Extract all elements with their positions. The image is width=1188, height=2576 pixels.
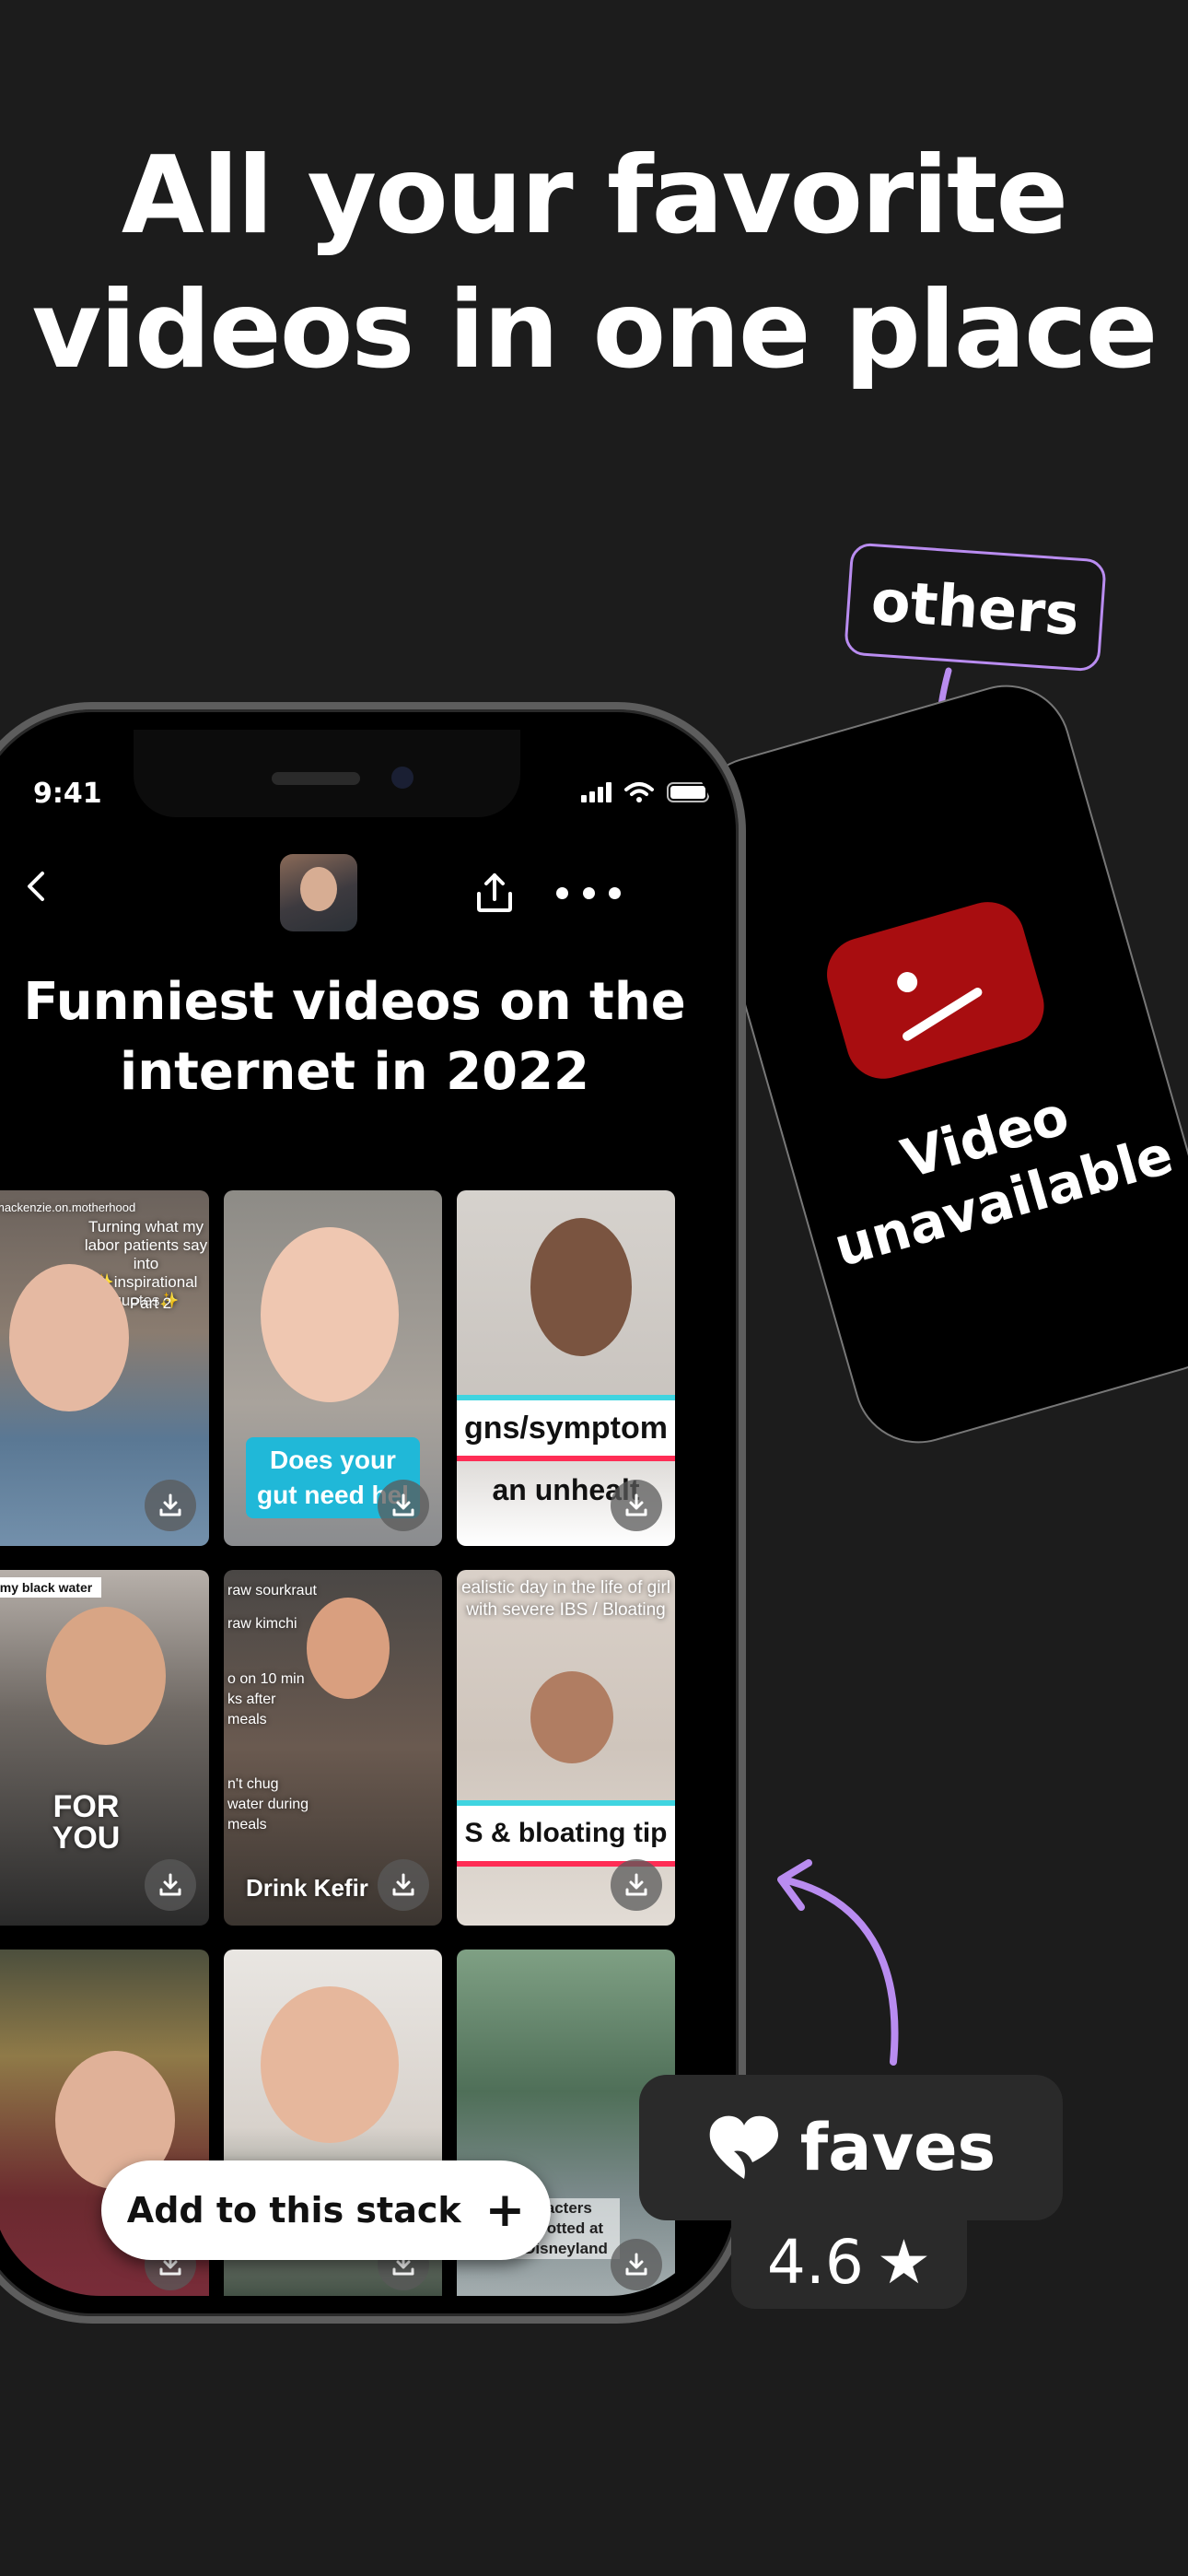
stack-title-line-1: Funniest videos on the: [23, 972, 686, 1032]
share-button[interactable]: [470, 868, 519, 918]
stack-title-line-2: internet in 2022: [120, 1042, 589, 1102]
download-icon: [159, 1873, 181, 1896]
add-to-stack-button[interactable]: Add to this stack +: [101, 2160, 551, 2260]
curved-arrow-icon: [777, 1859, 899, 2066]
phone-frame: 9:41 Funniest videos on the internet in …: [0, 702, 746, 2324]
download-button[interactable]: [145, 1480, 196, 1531]
tile-caption: my black water: [0, 1577, 101, 1598]
tile-caption: n't chug water during meals: [227, 1776, 309, 1832]
download-button[interactable]: [611, 1859, 662, 1911]
video-tile[interactable]: raw sourkraut raw kimchi o on 10 min ks …: [224, 1570, 442, 1926]
download-icon: [392, 1873, 414, 1896]
video-tile[interactable]: my black water FOR YOU: [0, 1570, 209, 1926]
phone-screen: 9:41 Funniest videos on the internet in …: [0, 730, 718, 2296]
eye: [894, 969, 920, 995]
download-button[interactable]: [378, 1480, 429, 1531]
mouth: [901, 986, 984, 1043]
camera: [391, 767, 413, 789]
download-icon: [625, 1873, 647, 1896]
download-icon: [625, 2253, 647, 2276]
rating-value: 4.6: [766, 2226, 864, 2298]
status-time: 9:41: [33, 778, 102, 810]
signal-icon: [581, 782, 611, 802]
more-options-button[interactable]: [556, 868, 621, 918]
unavailable-phone: Video unavailable: [679, 670, 1188, 1458]
face: [9, 1264, 129, 1411]
tile-caption: o on 10 min ks after meals: [227, 1671, 305, 1727]
stack-title: Funniest videos on the internet in 2022: [0, 967, 718, 1107]
face: [46, 1607, 166, 1745]
download-button[interactable]: [378, 1859, 429, 1911]
others-tag: others: [844, 542, 1107, 673]
video-tile[interactable]: gns/symptom an unhealt: [457, 1190, 675, 1546]
headline: All your favorite videos in one place: [0, 129, 1188, 398]
download-icon: [159, 1493, 181, 1516]
download-button[interactable]: [145, 1859, 196, 1911]
face: [307, 1598, 390, 1699]
tile-caption: S & bloating tip: [457, 1800, 675, 1867]
face: [261, 1227, 399, 1402]
download-icon: [392, 1493, 414, 1516]
dot: [556, 886, 568, 899]
share-icon: [477, 873, 512, 912]
speaker: [272, 772, 360, 785]
star-icon: ★: [876, 2226, 932, 2298]
faves-brand: faves: [799, 2110, 996, 2185]
tile-caption: Drink Kefir: [246, 1874, 368, 1902]
chevron-left-icon: [28, 872, 44, 901]
video-tile[interactable]: ealistic day in the life of girl with se…: [457, 1570, 675, 1926]
dot: [609, 886, 621, 899]
battery-icon: [667, 782, 713, 802]
tile-caption: ealistic day in the life of girl with se…: [460, 1578, 671, 1620]
avatar[interactable]: [280, 854, 357, 931]
status-icons: [581, 781, 713, 803]
sad-video-icon: [818, 893, 1054, 1088]
video-grid: mackenzie.on.motherhood Turning what my …: [0, 1190, 700, 2296]
video-tile[interactable]: Does your gut need hel: [224, 1190, 442, 1546]
back-button[interactable]: [22, 866, 59, 912]
download-button[interactable]: [611, 2239, 662, 2290]
tile-caption: gns/symptom: [457, 1395, 675, 1461]
faves-badge: faves: [639, 2075, 1063, 2220]
add-to-stack-label: Add to this stack: [126, 2190, 461, 2231]
face: [530, 1671, 613, 1763]
face: [530, 1218, 632, 1356]
download-icon: [625, 1493, 647, 1516]
rating-badge: 4.6 ★: [731, 2215, 967, 2309]
heart-icon: [709, 2115, 778, 2179]
tile-caption: FOR YOU: [52, 1789, 121, 1856]
plus-icon: +: [484, 2183, 526, 2238]
headline-line-2: videos in one place: [31, 268, 1159, 392]
unavailable-label: Video unavailable: [790, 1052, 1188, 1286]
dot: [582, 886, 595, 899]
notch: [134, 730, 520, 817]
download-button[interactable]: [611, 1480, 662, 1531]
headline-line-1: All your favorite: [121, 134, 1068, 258]
face: [261, 1986, 399, 2143]
video-tile[interactable]: mackenzie.on.motherhood Turning what my …: [0, 1190, 209, 1546]
wifi-icon: [624, 782, 654, 802]
